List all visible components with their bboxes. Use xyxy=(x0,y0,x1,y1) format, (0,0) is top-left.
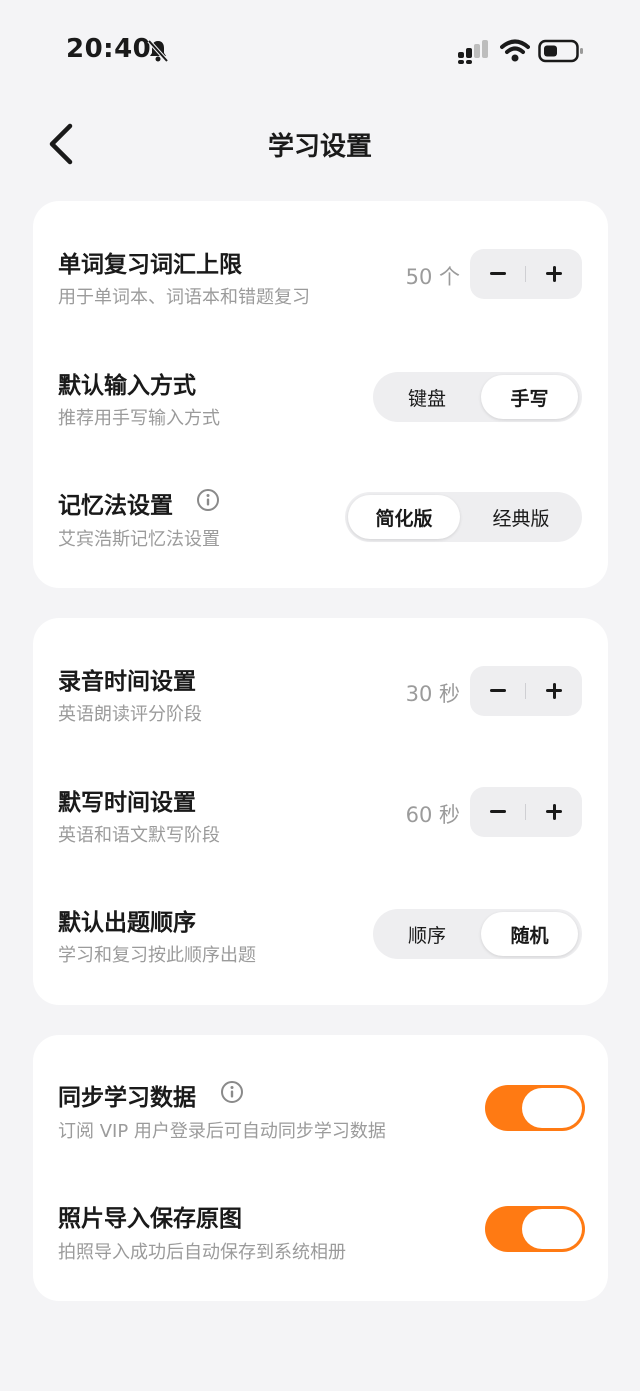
input-method-subtitle: 推荐用手写输入方式 xyxy=(58,408,220,429)
decrement-button[interactable] xyxy=(470,666,526,716)
info-icon[interactable] xyxy=(196,488,220,512)
dictation-time-value: 60 秒 xyxy=(405,803,460,827)
sync-data-title: 同步学习数据 xyxy=(58,1085,196,1111)
photo-import-title: 照片导入保存原图 xyxy=(58,1206,242,1232)
dictation-time-subtitle: 英语和语文默写阶段 xyxy=(58,825,220,846)
toggle-knob xyxy=(522,1088,582,1128)
word-review-limit-value: 50 个 xyxy=(405,265,460,289)
input-method-row: 默认输入方式 推荐用手写输入方式 键盘 手写 xyxy=(33,321,608,441)
word-review-limit-subtitle: 用于单词本、词语本和错题复习 xyxy=(58,287,310,308)
word-review-limit-title: 单词复习词汇上限 xyxy=(58,252,242,278)
decrement-button[interactable] xyxy=(470,249,526,299)
memory-method-row: 记忆法设置 艾宾浩斯记忆法设置 简化版 经典版 xyxy=(33,441,608,561)
recording-time-row: 录音时间设置 英语朗读评分阶段 30 秒 xyxy=(33,618,608,738)
recording-time-stepper xyxy=(470,666,582,716)
option-classic[interactable]: 经典版 xyxy=(464,495,578,539)
option-random[interactable]: 随机 xyxy=(481,912,578,956)
increment-button[interactable] xyxy=(526,787,582,837)
status-bar: 20:40 xyxy=(0,0,640,100)
recording-time-value: 30 秒 xyxy=(405,682,460,706)
sync-data-toggle[interactable] xyxy=(485,1085,585,1131)
recording-time-subtitle: 英语朗读评分阶段 xyxy=(58,704,202,725)
word-review-limit-row: 单词复习词汇上限 用于单词本、词语本和错题复习 50 个 xyxy=(33,201,608,321)
increment-button[interactable] xyxy=(526,666,582,716)
settings-card-study: 单词复习词汇上限 用于单词本、词语本和错题复习 50 个 默认输入方式 推荐用手… xyxy=(33,201,608,588)
page-title: 学习设置 xyxy=(267,132,372,162)
sync-data-subtitle: 订阅 VIP 用户登录后可自动同步学习数据 xyxy=(58,1121,386,1142)
memory-method-segmented: 简化版 经典版 xyxy=(345,492,582,542)
bell-muted-icon xyxy=(147,39,169,63)
decrement-button[interactable] xyxy=(470,787,526,837)
photo-import-row: 照片导入保存原图 拍照导入成功后自动保存到系统相册 xyxy=(33,1155,608,1275)
settings-card-data: 同步学习数据 订阅 VIP 用户登录后可自动同步学习数据 照片导入保存原图 拍照… xyxy=(33,1035,608,1301)
word-review-limit-stepper xyxy=(470,249,582,299)
question-order-title: 默认出题顺序 xyxy=(58,910,196,936)
input-method-title: 默认输入方式 xyxy=(58,373,196,399)
sync-data-row: 同步学习数据 订阅 VIP 用户登录后可自动同步学习数据 xyxy=(33,1035,608,1155)
recording-time-title: 录音时间设置 xyxy=(58,669,196,695)
photo-import-toggle[interactable] xyxy=(485,1206,585,1252)
input-method-segmented: 键盘 手写 xyxy=(373,372,582,422)
option-sequential[interactable]: 顺序 xyxy=(377,912,477,956)
cellular-signal-icon xyxy=(458,40,488,64)
option-keyboard[interactable]: 键盘 xyxy=(377,375,477,419)
dictation-time-row: 默写时间设置 英语和语文默写阶段 60 秒 xyxy=(33,738,608,858)
increment-button[interactable] xyxy=(526,249,582,299)
toggle-knob xyxy=(522,1209,582,1249)
battery-icon xyxy=(538,39,583,63)
wifi-icon xyxy=(500,39,530,62)
dictation-time-stepper xyxy=(470,787,582,837)
dictation-time-title: 默写时间设置 xyxy=(58,790,196,816)
option-simplified[interactable]: 简化版 xyxy=(348,495,460,539)
question-order-segmented: 顺序 随机 xyxy=(373,909,582,959)
question-order-row: 默认出题顺序 学习和复习按此顺序出题 顺序 随机 xyxy=(33,858,608,978)
memory-method-title: 记忆法设置 xyxy=(58,493,173,519)
option-handwriting[interactable]: 手写 xyxy=(481,375,578,419)
info-icon[interactable] xyxy=(220,1080,244,1104)
settings-card-timing: 录音时间设置 英语朗读评分阶段 30 秒 默写时间设置 英语和语文默写阶段 60… xyxy=(33,618,608,1005)
photo-import-subtitle: 拍照导入成功后自动保存到系统相册 xyxy=(58,1242,346,1263)
question-order-subtitle: 学习和复习按此顺序出题 xyxy=(58,945,256,966)
status-time: 20:40 xyxy=(66,34,152,64)
memory-method-subtitle: 艾宾浩斯记忆法设置 xyxy=(58,529,220,550)
